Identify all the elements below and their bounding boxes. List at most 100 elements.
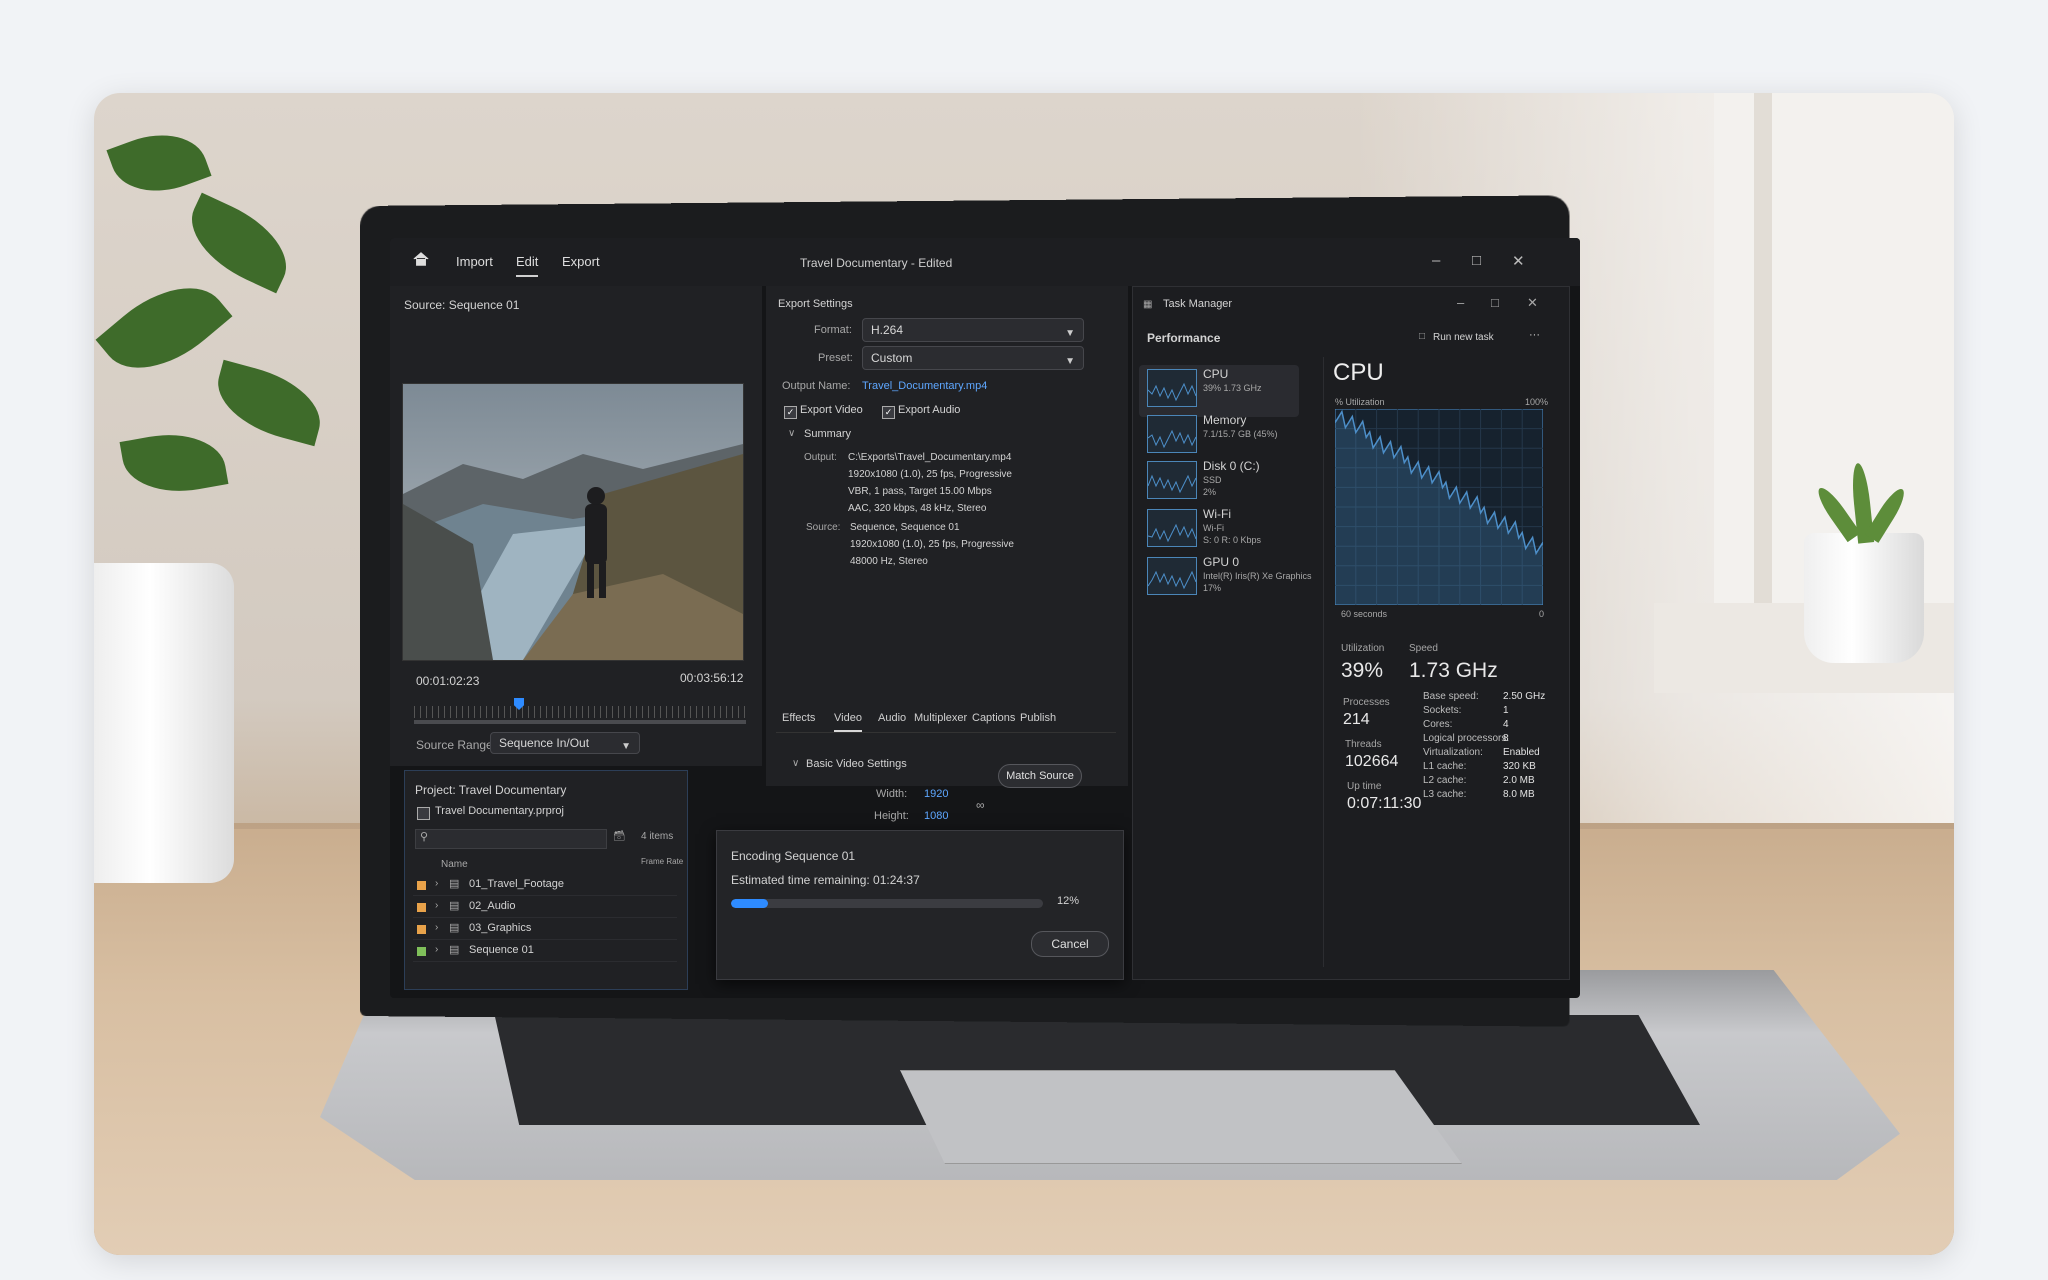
chevron-down-icon[interactable]: ∨ bbox=[788, 428, 795, 439]
video-preview[interactable] bbox=[402, 383, 744, 661]
task-manager-title: Task Manager bbox=[1163, 298, 1233, 310]
tab-multiplexer[interactable]: Multiplexer bbox=[914, 712, 967, 724]
spec-key: Sockets: bbox=[1423, 705, 1462, 716]
close-button[interactable]: ✕ bbox=[1512, 252, 1525, 270]
uptime-label: Up time bbox=[1347, 781, 1382, 792]
source-label[interactable]: Source: Sequence 01 bbox=[404, 298, 519, 312]
new-bin-icon[interactable]: 🗃 bbox=[613, 831, 626, 842]
run-new-task-button[interactable]: Run new task bbox=[1433, 332, 1494, 343]
chevron-right-icon[interactable]: › bbox=[435, 900, 438, 911]
cancel-button[interactable]: Cancel bbox=[1031, 931, 1109, 957]
tm-sidebar-item-memory[interactable]: Memory 7.1/15.7 GB (45%) bbox=[1139, 411, 1299, 463]
more-options-icon[interactable]: ··· bbox=[1529, 329, 1540, 341]
preset-select[interactable]: Custom ▼ bbox=[862, 346, 1084, 370]
mini-graph bbox=[1147, 369, 1197, 407]
maximize-button[interactable]: □ bbox=[1472, 252, 1481, 269]
width-label: Width: bbox=[876, 788, 908, 800]
spec-value: 2.0 MB bbox=[1503, 775, 1535, 786]
speed-value: 1.73 GHz bbox=[1409, 659, 1498, 682]
project-title: Project: Travel Documentary bbox=[415, 783, 567, 797]
mini-graph bbox=[1147, 415, 1197, 453]
export-video-label: Export Video bbox=[800, 404, 863, 416]
chevron-right-icon[interactable]: › bbox=[435, 878, 438, 889]
time-axis-end: 0 bbox=[1539, 609, 1545, 619]
output-name-link[interactable]: Travel_Documentary.mp4 bbox=[862, 380, 987, 392]
tm-sidebar-item-wi-fi[interactable]: Wi-Fi Wi-Fi S: 0 R: 0 Kbps bbox=[1139, 505, 1299, 557]
tm-sidebar-item-cpu[interactable]: CPU 39% 1.73 GHz bbox=[1139, 365, 1299, 417]
spec-value: 8.0 MB bbox=[1503, 789, 1535, 800]
run-task-icon[interactable]: □ bbox=[1419, 331, 1425, 342]
menu-edit[interactable]: Edit bbox=[516, 254, 539, 277]
timeline-scrubber[interactable] bbox=[414, 720, 746, 724]
mini-graph-path bbox=[1147, 382, 1197, 402]
source-range-value: Sequence In/Out bbox=[499, 736, 590, 750]
threads-label: Threads bbox=[1345, 739, 1382, 750]
match-source-button[interactable]: Match Source bbox=[998, 764, 1082, 788]
summary-label[interactable]: Summary bbox=[804, 428, 851, 440]
processes-label: Processes bbox=[1343, 697, 1390, 708]
speed-label: Speed bbox=[1409, 643, 1438, 654]
app-titlebar: Import Edit Export Travel Documentary - … bbox=[390, 238, 1580, 286]
source-summary-line: Sequence, Sequence 01 bbox=[850, 522, 960, 533]
list-item-label: 02_Audio bbox=[469, 900, 516, 912]
list-item[interactable]: › ▤ 02_Audio bbox=[413, 897, 677, 918]
tab-effects[interactable]: Effects bbox=[782, 712, 815, 724]
tm-minimize-button[interactable]: – bbox=[1457, 295, 1464, 310]
util-axis-max: 100% bbox=[1525, 397, 1549, 407]
tm-sidebar-name: Wi-Fi bbox=[1203, 507, 1231, 521]
format-value: H.264 bbox=[871, 323, 904, 337]
basic-video-settings-label[interactable]: Basic Video Settings bbox=[806, 758, 907, 770]
tab-captions[interactable]: Captions bbox=[972, 712, 1015, 724]
tab-publish[interactable]: Publish bbox=[1020, 712, 1056, 724]
list-item[interactable]: › ▤ 03_Graphics bbox=[413, 919, 677, 940]
chevron-right-icon[interactable]: › bbox=[435, 922, 438, 933]
mini-graph-line bbox=[1147, 570, 1197, 590]
height-value[interactable]: 1080 bbox=[924, 810, 948, 822]
spec-value: Enabled bbox=[1503, 747, 1540, 758]
output-summary-line: 1920x1080 (1.0), 25 fps, Progressive bbox=[848, 469, 1012, 480]
folder-icon: ▤ bbox=[449, 878, 460, 890]
output-summary-line: C:\Exports\Travel_Documentary.mp4 bbox=[848, 452, 1012, 463]
estimated-time: Estimated time remaining: 01:24:37 bbox=[731, 873, 920, 887]
spec-value: 8 bbox=[1503, 733, 1509, 744]
minimize-button[interactable]: – bbox=[1432, 252, 1440, 269]
chevron-down-icon: ▼ bbox=[621, 741, 631, 752]
width-value[interactable]: 1920 bbox=[924, 788, 948, 800]
menu-import[interactable]: Import bbox=[456, 254, 493, 269]
spec-key: L3 cache: bbox=[1423, 789, 1467, 800]
tm-close-button[interactable]: ✕ bbox=[1527, 295, 1538, 311]
tm-sidebar-detail2: S: 0 R: 0 Kbps bbox=[1203, 535, 1262, 545]
uptime-value: 0:07:11:30 bbox=[1347, 795, 1422, 812]
format-select[interactable]: H.264 ▼ bbox=[862, 318, 1084, 342]
chevron-down-icon[interactable]: ∨ bbox=[792, 758, 799, 769]
list-item[interactable]: › ▤ 01_Travel_Footage bbox=[413, 875, 677, 896]
processes-value: 214 bbox=[1343, 711, 1370, 728]
menu-export[interactable]: Export bbox=[562, 254, 600, 269]
tab-audio[interactable]: Audio bbox=[878, 712, 906, 724]
tm-sidebar-item-gpu-0[interactable]: GPU 0 Intel(R) Iris(R) Xe Graphics 17% bbox=[1139, 553, 1312, 605]
progress-percent: 12% bbox=[1057, 895, 1080, 907]
format-label: Format: bbox=[814, 324, 852, 336]
tab-video[interactable]: Video bbox=[834, 712, 862, 732]
spec-key: Logical processors: bbox=[1423, 733, 1510, 744]
chevron-right-icon[interactable]: › bbox=[435, 944, 438, 955]
time-axis-label: 60 seconds bbox=[1341, 609, 1388, 619]
column-frame-rate[interactable]: Frame Rate bbox=[641, 857, 683, 866]
mini-graph-line bbox=[1147, 523, 1197, 543]
mini-graph-line bbox=[1147, 474, 1197, 494]
plant-leaf bbox=[106, 119, 212, 207]
export-audio-checkbox[interactable]: ✓ bbox=[882, 406, 895, 419]
project-checkbox[interactable] bbox=[417, 807, 430, 820]
plant-leaf bbox=[176, 192, 302, 294]
folder-icon: ▤ bbox=[449, 922, 460, 934]
project-search-input[interactable]: ⚲ bbox=[415, 829, 607, 849]
link-icon[interactable]: ∞ bbox=[976, 798, 985, 812]
source-range-select[interactable]: Sequence In/Out ▼ bbox=[490, 732, 640, 754]
home-icon[interactable] bbox=[412, 250, 430, 268]
tm-sidebar-item-disk-0-c[interactable]: Disk 0 (C:) SSD 2% bbox=[1139, 457, 1299, 509]
tm-sidebar-detail: SSD bbox=[1203, 475, 1222, 485]
column-name[interactable]: Name bbox=[441, 859, 468, 870]
export-video-checkbox[interactable]: ✓ bbox=[784, 406, 797, 419]
tm-maximize-button[interactable]: □ bbox=[1491, 295, 1499, 310]
list-item[interactable]: › ▤ Sequence 01 bbox=[413, 941, 677, 962]
